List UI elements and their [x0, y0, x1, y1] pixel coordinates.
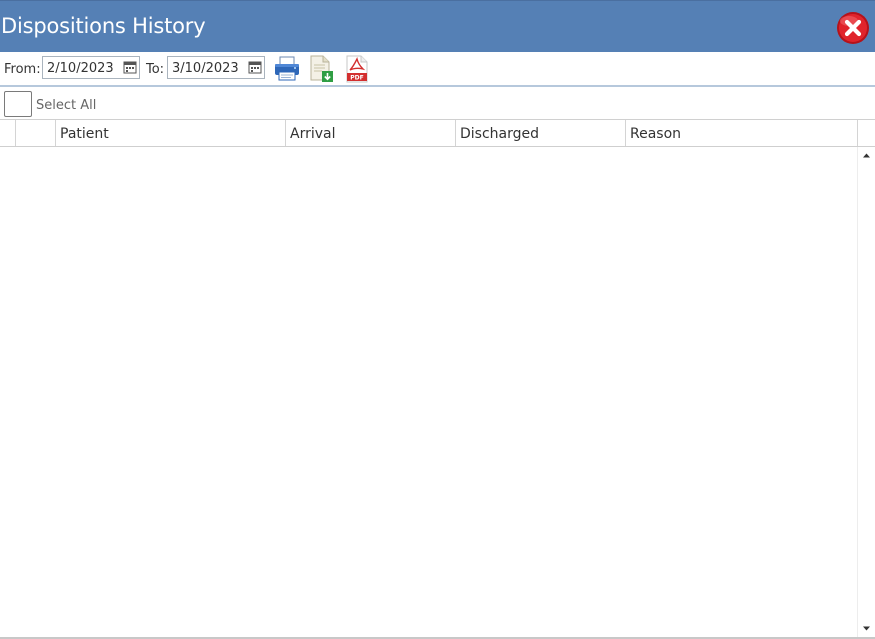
- column-header-patient[interactable]: Patient: [56, 120, 286, 146]
- export-document-icon: [310, 55, 333, 82]
- select-all-checkbox[interactable]: [4, 91, 32, 117]
- from-date-picker[interactable]: 2/10/2023: [42, 56, 140, 79]
- grid-header: Patient Arrival Discharged Reason: [0, 119, 875, 147]
- export-button[interactable]: [307, 54, 337, 84]
- pdf-icon: PDF: [346, 55, 368, 83]
- from-label: From:: [4, 62, 41, 77]
- column-header-arrival[interactable]: Arrival: [286, 120, 456, 146]
- to-date-value[interactable]: 3/10/2023: [172, 61, 239, 76]
- to-label: To:: [146, 62, 165, 77]
- calendar-icon[interactable]: [123, 60, 137, 74]
- calendar-icon[interactable]: [248, 60, 262, 74]
- pdf-export-button[interactable]: PDF: [342, 54, 372, 84]
- close-icon: [837, 12, 869, 44]
- vertical-scrollbar[interactable]: [857, 147, 875, 638]
- print-button[interactable]: [272, 54, 302, 84]
- to-date-picker[interactable]: 3/10/2023: [167, 56, 265, 79]
- select-all-label: Select All: [36, 98, 97, 113]
- svg-text:PDF: PDF: [350, 75, 363, 82]
- column-header-reason[interactable]: Reason: [626, 120, 858, 146]
- scroll-up-icon[interactable]: [862, 151, 871, 160]
- filter-toolbar: From: 2/10/2023 To: 3/10/2023 PDF: [0, 52, 875, 87]
- title-bar: Dispositions History: [0, 0, 875, 52]
- printer-icon: [275, 56, 299, 81]
- row-indicator-column-header: [0, 120, 16, 146]
- checkbox-column-header[interactable]: [16, 120, 56, 146]
- scroll-down-icon[interactable]: [862, 624, 871, 633]
- from-date-value[interactable]: 2/10/2023: [47, 61, 114, 76]
- close-button[interactable]: [836, 11, 870, 45]
- window-title: Dispositions History: [1, 14, 206, 38]
- column-header-discharged[interactable]: Discharged: [456, 120, 626, 146]
- grid-body[interactable]: [0, 147, 857, 638]
